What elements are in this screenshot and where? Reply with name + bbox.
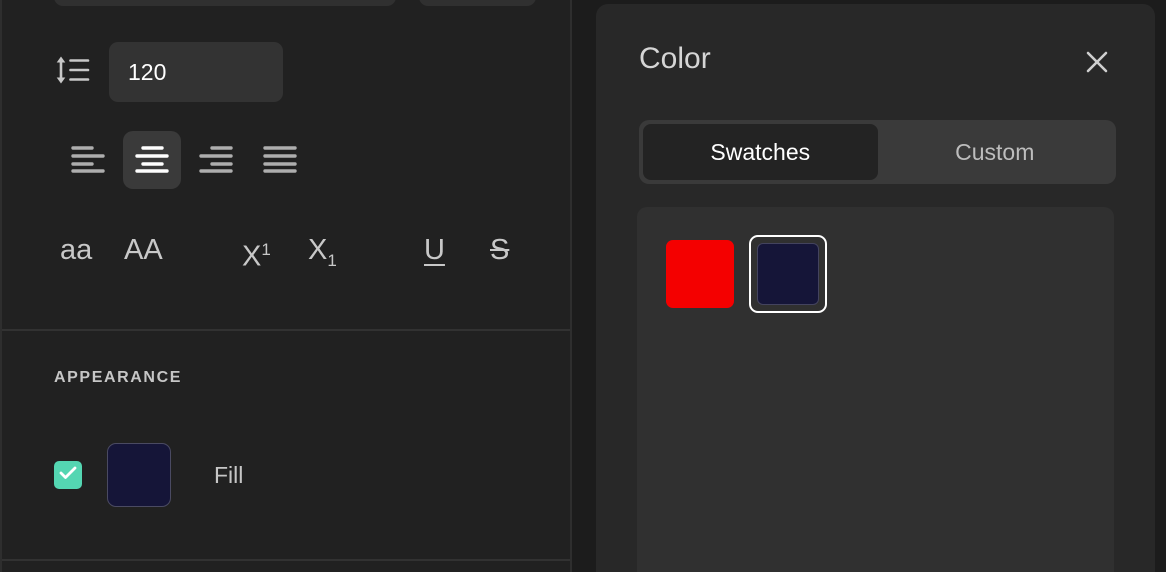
align-center-icon (135, 145, 169, 176)
subscript-script: 1 (327, 250, 337, 270)
swatch-list-container (637, 207, 1114, 572)
color-mode-tabs: Swatches Custom (639, 120, 1116, 184)
swatch-color-chip (666, 240, 734, 308)
align-right-button[interactable] (187, 131, 245, 189)
text-style-group: aa AA X1 X1 U S (60, 222, 540, 278)
align-right-icon (199, 145, 233, 176)
strikethrough-icon[interactable]: S (490, 222, 509, 278)
swatch-item[interactable] (749, 235, 827, 313)
close-icon (1082, 51, 1112, 80)
superscript-icon[interactable]: X1 (242, 222, 271, 278)
appearance-section: APPEARANCE Fill (2, 333, 570, 561)
swatch-grid (661, 235, 1114, 313)
subscript-base: X (308, 234, 328, 266)
check-icon (59, 466, 77, 485)
fill-row: Fill (54, 443, 243, 507)
align-justify-icon (263, 145, 297, 176)
superscript-script: 1 (261, 240, 271, 259)
lowercase-icon[interactable]: aa (60, 222, 92, 278)
swatch-item[interactable] (661, 235, 739, 313)
align-justify-button[interactable] (251, 131, 309, 189)
fill-color-swatch[interactable] (107, 443, 171, 507)
swatch-color-chip (757, 243, 819, 305)
inspector-panel: aa AA X1 X1 U S APPEARANCE Fill (0, 0, 572, 572)
font-size-field-clipped[interactable] (419, 0, 536, 6)
fill-enabled-checkbox[interactable] (54, 461, 82, 489)
align-left-icon (71, 145, 105, 176)
line-height-row (54, 42, 283, 102)
color-picker-panel: Color Swatches Custom (596, 4, 1155, 572)
color-panel-title: Color (639, 42, 711, 75)
close-button[interactable] (1082, 47, 1112, 77)
fill-label: Fill (214, 461, 244, 488)
uppercase-icon[interactable]: AA (124, 222, 163, 278)
text-alignment-group (59, 131, 309, 189)
tab-swatches[interactable]: Swatches (643, 124, 878, 180)
tab-custom[interactable]: Custom (878, 124, 1113, 180)
subscript-icon[interactable]: X1 (308, 222, 337, 278)
superscript-base: X (242, 240, 262, 273)
line-height-icon (54, 55, 90, 90)
align-center-button[interactable] (123, 131, 181, 189)
align-left-button[interactable] (59, 131, 117, 189)
typography-section: aa AA X1 X1 U S (2, 0, 570, 331)
font-family-field-clipped[interactable] (54, 0, 396, 6)
line-height-input[interactable] (109, 42, 283, 102)
underline-icon[interactable]: U (424, 222, 445, 278)
appearance-section-title: APPEARANCE (54, 369, 183, 386)
